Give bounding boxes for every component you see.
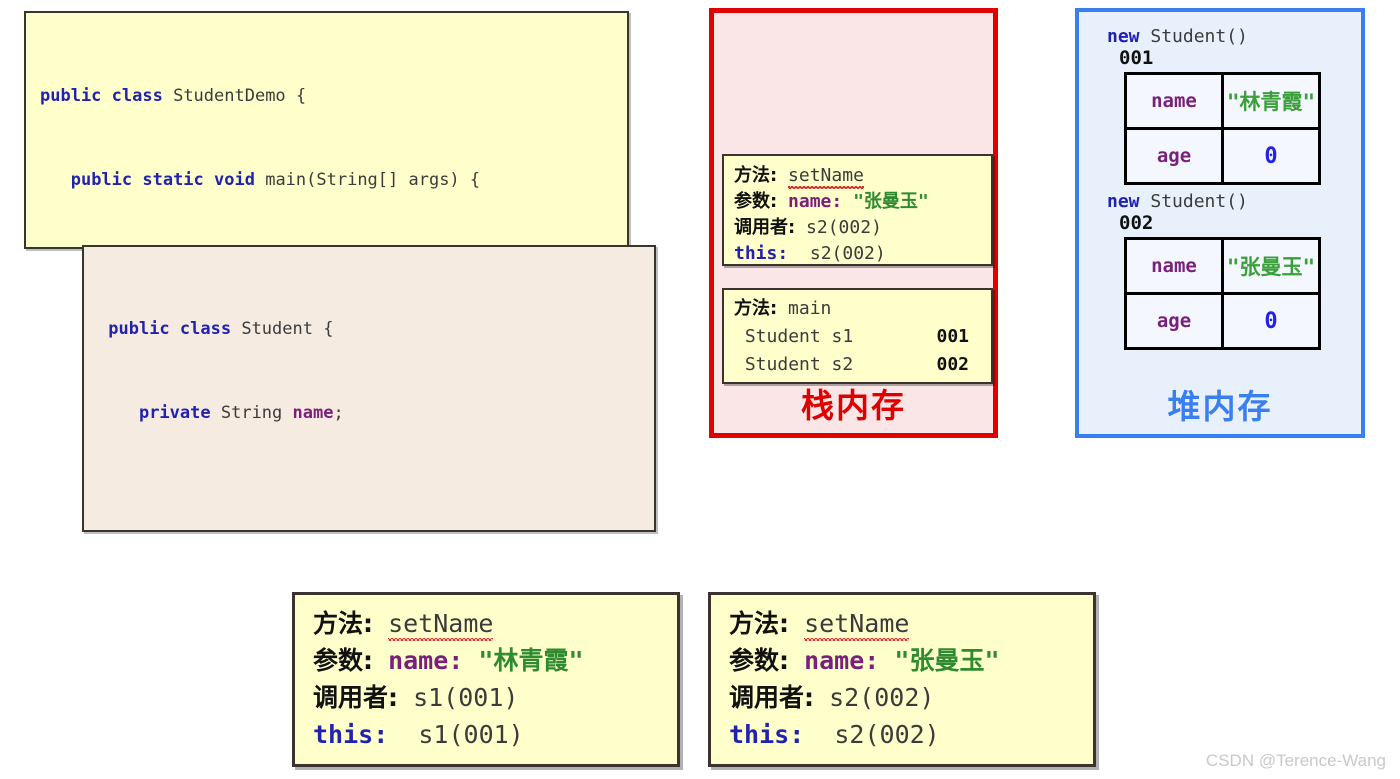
code-line: public class StudentDemo { [40,86,307,106]
watermark-text: CSDN @Terence-Wang [1205,751,1386,770]
heap-object-address: 001 [1119,47,1154,69]
frame-row-variable: Student s2 002 [744,354,969,375]
field-value: 0 [1221,127,1321,185]
frame-row-method: 方法: setName [734,165,864,188]
frame-row-this: this: s2(002) [734,243,886,264]
field-value: "林青霞" [1221,72,1321,130]
stack-frame-main: 方法: main Student s1 001 Student s2 002 [722,288,993,384]
frame-row-method: 方法: setName [729,609,910,638]
frame-row-caller: 调用者: s1(001) [313,683,519,712]
field-value: 0 [1221,292,1321,350]
table-row: age 0 [1124,127,1321,185]
heap-object-002: new Student() 002 name "张曼玉" age 0 [1079,191,1361,350]
heap-memory-panel: new Student() 001 name "林青霞" age 0 new S… [1075,8,1365,438]
code-line: public static void main(String[] args) { [70,170,481,190]
bottom-frame-s2: 方法: setName 参数: name: "张曼玉" 调用者: s2(002)… [708,592,1096,767]
code-block-student: public class Student { private String na… [82,245,656,532]
frame-row-this: this: s1(001) [313,720,524,749]
stack-memory-panel: 方法: setName 参数: name: "张曼玉" 调用者: s2(002)… [709,8,998,438]
frame-row-method: 方法: main [734,298,832,319]
code-block-student-demo: public class StudentDemo { public static… [24,11,629,249]
frame-row-caller: 调用者: s2(002) [729,683,935,712]
frame-row-this: this: s2(002) [729,720,940,749]
heap-object-field-table: name "张曼玉" age 0 [1124,237,1321,350]
heap-object-ctor: new Student() [1107,191,1248,212]
table-row: age 0 [1124,292,1321,350]
field-key: age [1124,127,1224,185]
frame-row-caller: 调用者: s2(002) [734,217,882,238]
heap-memory-title: 堆内存 [1167,387,1273,426]
code-line: public class Student { [108,319,334,339]
table-row: name "张曼玉" [1124,237,1321,295]
field-value: "张曼玉" [1221,237,1321,295]
table-row: name "林青霞" [1124,72,1321,130]
code-line: private String name; [138,403,344,423]
heap-object-ctor: new Student() [1107,26,1248,47]
frame-row-param: 参数: name: "林青霞" [313,646,584,675]
field-key: name [1124,237,1224,295]
heap-object-001: new Student() 001 name "林青霞" age 0 [1079,26,1361,185]
field-key: name [1124,72,1224,130]
heap-object-field-table: name "林青霞" age 0 [1124,72,1321,185]
frame-row-variable: Student s1 001 [744,326,969,347]
frame-row-param: 参数: name: "张曼玉" [734,191,929,212]
field-key: age [1124,292,1224,350]
heap-object-address: 002 [1119,212,1154,234]
frame-row-param: 参数: name: "张曼玉" [729,646,1000,675]
stack-memory-title: 栈内存 [801,386,906,425]
frame-row-method: 方法: setName [313,609,494,638]
stack-frame-setname: 方法: setName 参数: name: "张曼玉" 调用者: s2(002)… [722,154,993,266]
bottom-frame-s1: 方法: setName 参数: name: "林青霞" 调用者: s1(001)… [292,592,680,767]
